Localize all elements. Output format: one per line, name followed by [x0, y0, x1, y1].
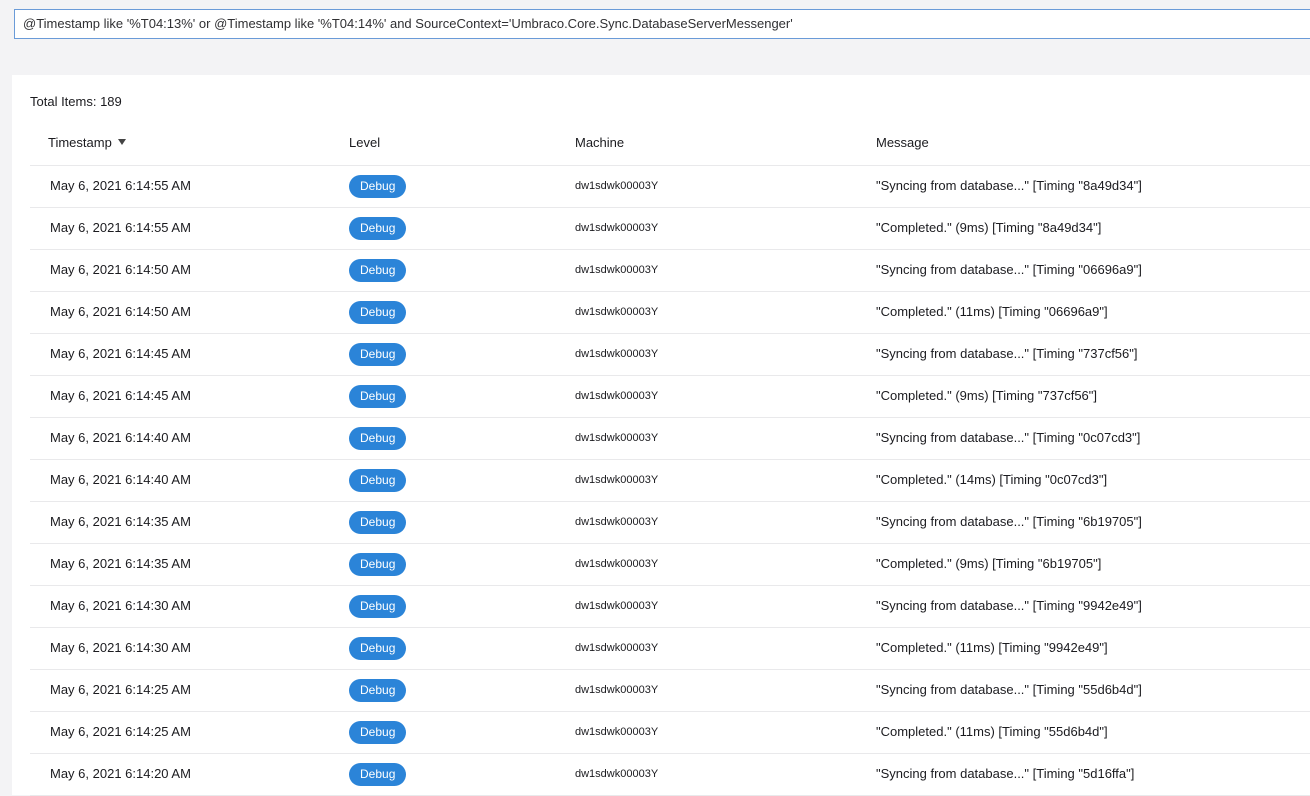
table-row[interactable]: May 6, 2021 6:14:40 AM Debug dw1sdwk0000… — [30, 460, 1310, 502]
column-header-machine: Machine — [575, 135, 625, 150]
level-badge: Debug — [349, 385, 407, 408]
cell-machine: dw1sdwk00003Y — [575, 474, 659, 486]
cell-message: "Syncing from database..." [Timing "0669… — [876, 262, 1142, 277]
cell-message: "Syncing from database..." [Timing "55d6… — [876, 682, 1142, 697]
cell-machine: dw1sdwk00003Y — [575, 726, 659, 738]
table-row[interactable]: May 6, 2021 6:14:35 AM Debug dw1sdwk0000… — [30, 544, 1310, 586]
cell-machine: dw1sdwk00003Y — [575, 348, 659, 360]
level-badge: Debug — [349, 259, 407, 282]
cell-timestamp: May 6, 2021 6:14:20 AM — [50, 766, 191, 781]
cell-message: "Syncing from database..." [Timing "8a49… — [876, 178, 1142, 193]
table-row[interactable]: May 6, 2021 6:14:55 AM Debug dw1sdwk0000… — [30, 166, 1310, 208]
level-badge: Debug — [349, 217, 407, 240]
cell-message: "Completed." (11ms) [Timing "55d6b4d"] — [876, 724, 1108, 739]
cell-message: "Completed." (11ms) [Timing "06696a9"] — [876, 304, 1108, 319]
cell-message: "Completed." (11ms) [Timing "9942e49"] — [876, 640, 1108, 655]
cell-timestamp: May 6, 2021 6:14:50 AM — [50, 262, 191, 277]
cell-message: "Syncing from database..." [Timing "9942… — [876, 598, 1142, 613]
table-row[interactable]: May 6, 2021 6:14:30 AM Debug dw1sdwk0000… — [30, 628, 1310, 670]
cell-machine: dw1sdwk00003Y — [575, 306, 659, 318]
cell-timestamp: May 6, 2021 6:14:55 AM — [50, 178, 191, 193]
cell-message: "Syncing from database..." [Timing "0c07… — [876, 430, 1141, 445]
cell-machine: dw1sdwk00003Y — [575, 516, 659, 528]
cell-timestamp: May 6, 2021 6:14:45 AM — [50, 388, 191, 403]
level-badge: Debug — [349, 427, 407, 450]
level-badge: Debug — [349, 679, 407, 702]
cell-timestamp: May 6, 2021 6:14:30 AM — [50, 598, 191, 613]
cell-machine: dw1sdwk00003Y — [575, 768, 659, 780]
cell-message: "Completed." (9ms) [Timing "737cf56"] — [876, 388, 1097, 403]
table-body: May 6, 2021 6:14:55 AM Debug dw1sdwk0000… — [30, 166, 1310, 796]
cell-timestamp: May 6, 2021 6:14:55 AM — [50, 220, 191, 235]
cell-machine: dw1sdwk00003Y — [575, 390, 659, 402]
cell-timestamp: May 6, 2021 6:14:35 AM — [50, 514, 191, 529]
level-badge: Debug — [349, 763, 407, 786]
cell-timestamp: May 6, 2021 6:14:50 AM — [50, 304, 191, 319]
cell-timestamp: May 6, 2021 6:14:35 AM — [50, 556, 191, 571]
table-header: Timestamp Level Machine Message — [30, 122, 1310, 166]
table-row[interactable]: May 6, 2021 6:14:45 AM Debug dw1sdwk0000… — [30, 376, 1310, 418]
level-badge: Debug — [349, 721, 407, 744]
cell-timestamp: May 6, 2021 6:14:45 AM — [50, 346, 191, 361]
level-badge: Debug — [349, 175, 407, 198]
cell-message: "Syncing from database..." [Timing "6b19… — [876, 514, 1142, 529]
table-row[interactable]: May 6, 2021 6:14:50 AM Debug dw1sdwk0000… — [30, 250, 1310, 292]
cell-machine: dw1sdwk00003Y — [575, 684, 659, 696]
log-results-panel: Total Items: 189 Timestamp Level Machine… — [12, 75, 1310, 796]
level-badge: Debug — [349, 511, 407, 534]
cell-machine: dw1sdwk00003Y — [575, 222, 659, 234]
level-badge: Debug — [349, 637, 407, 660]
column-header-message: Message — [876, 135, 929, 150]
cell-message: "Completed." (9ms) [Timing "8a49d34"] — [876, 220, 1102, 235]
table-row[interactable]: May 6, 2021 6:14:55 AM Debug dw1sdwk0000… — [30, 208, 1310, 250]
level-badge: Debug — [349, 301, 407, 324]
cell-message: "Completed." (9ms) [Timing "6b19705"] — [876, 556, 1102, 571]
cell-timestamp: May 6, 2021 6:14:40 AM — [50, 430, 191, 445]
table-row[interactable]: May 6, 2021 6:14:40 AM Debug dw1sdwk0000… — [30, 418, 1310, 460]
cell-machine: dw1sdwk00003Y — [575, 180, 659, 192]
table-row[interactable]: May 6, 2021 6:14:25 AM Debug dw1sdwk0000… — [30, 712, 1310, 754]
table-row[interactable]: May 6, 2021 6:14:50 AM Debug dw1sdwk0000… — [30, 292, 1310, 334]
cell-machine: dw1sdwk00003Y — [575, 642, 659, 654]
cell-machine: dw1sdwk00003Y — [575, 600, 659, 612]
cell-machine: dw1sdwk00003Y — [575, 432, 659, 444]
cell-message: "Syncing from database..." [Timing "737c… — [876, 346, 1138, 361]
log-query-input[interactable]: @Timestamp like '%T04:13%' or @Timestamp… — [14, 9, 1310, 39]
table-row[interactable]: May 6, 2021 6:14:25 AM Debug dw1sdwk0000… — [30, 670, 1310, 712]
cell-message: "Completed." (14ms) [Timing "0c07cd3"] — [876, 472, 1108, 487]
column-header-level: Level — [349, 135, 381, 150]
level-badge: Debug — [349, 343, 407, 366]
caret-down-icon[interactable] — [117, 139, 126, 145]
total-items-label: Total Items: 189 — [30, 94, 122, 109]
cell-machine: dw1sdwk00003Y — [575, 558, 659, 570]
level-badge: Debug — [349, 469, 407, 492]
cell-timestamp: May 6, 2021 6:14:30 AM — [50, 640, 191, 655]
table-row[interactable]: May 6, 2021 6:14:30 AM Debug dw1sdwk0000… — [30, 586, 1310, 628]
log-table: Timestamp Level Machine Message May 6, 2… — [30, 122, 1310, 796]
cell-timestamp: May 6, 2021 6:14:25 AM — [50, 724, 191, 739]
cell-machine: dw1sdwk00003Y — [575, 264, 659, 276]
column-header-timestamp[interactable]: Timestamp — [48, 135, 126, 150]
level-badge: Debug — [349, 553, 407, 576]
level-badge: Debug — [349, 595, 407, 618]
table-row[interactable]: May 6, 2021 6:14:20 AM Debug dw1sdwk0000… — [30, 754, 1310, 796]
cell-timestamp: May 6, 2021 6:14:40 AM — [50, 472, 191, 487]
table-row[interactable]: May 6, 2021 6:14:45 AM Debug dw1sdwk0000… — [30, 334, 1310, 376]
cell-message: "Syncing from database..." [Timing "5d16… — [876, 766, 1135, 781]
table-row[interactable]: May 6, 2021 6:14:35 AM Debug dw1sdwk0000… — [30, 502, 1310, 544]
column-header-timestamp-label: Timestamp — [48, 135, 112, 150]
cell-timestamp: May 6, 2021 6:14:25 AM — [50, 682, 191, 697]
